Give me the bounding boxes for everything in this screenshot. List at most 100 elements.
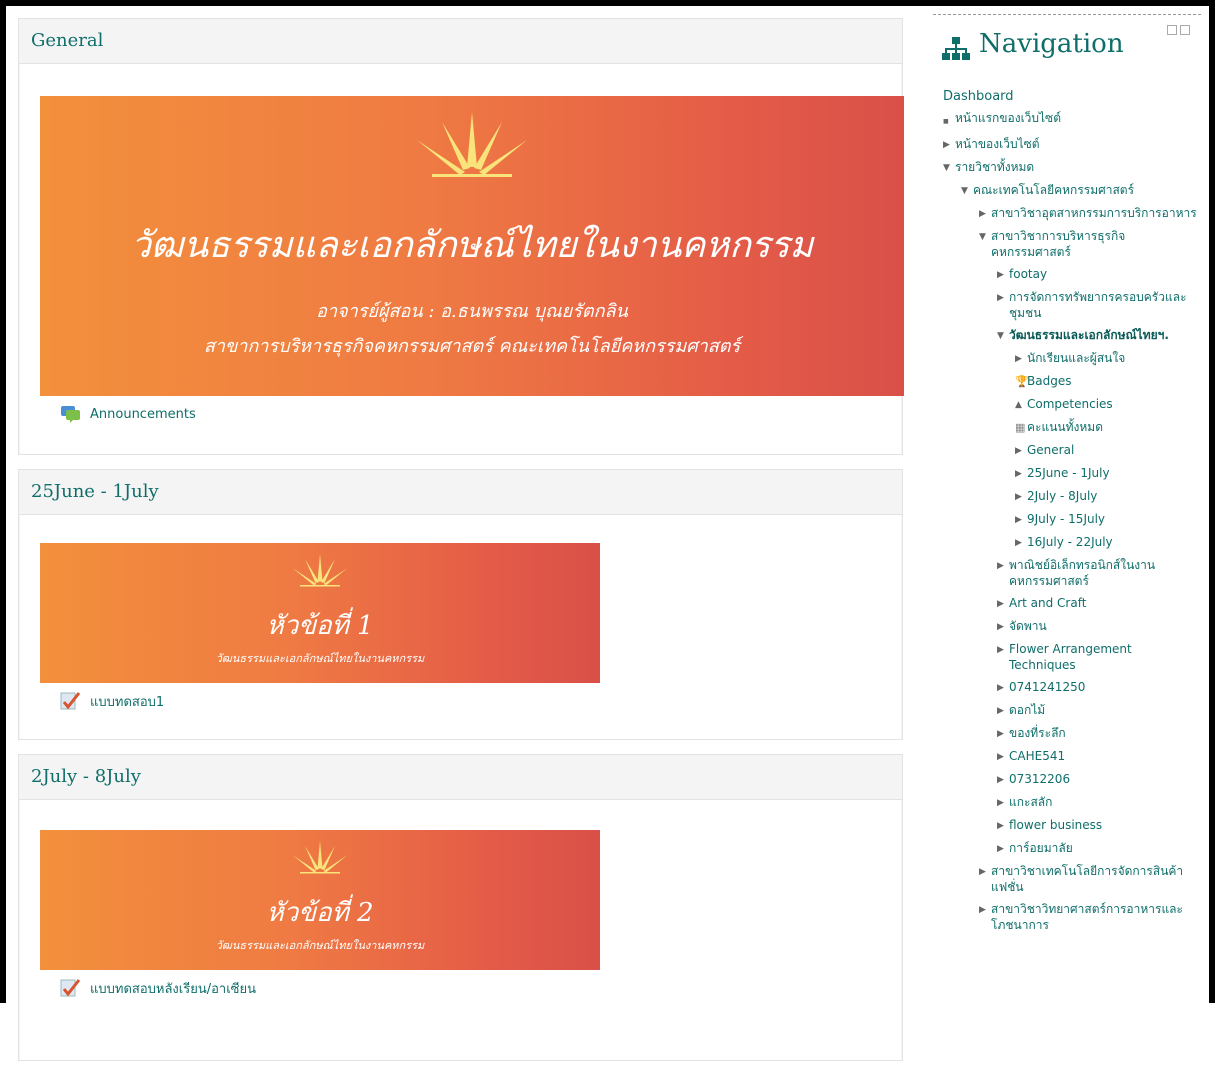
nav-item-label[interactable]: รายวิชาทั้งหมด [955,159,1201,175]
nav-item-label[interactable]: General [1027,442,1201,458]
collapse-arrow-icon[interactable]: ▼ [943,159,955,176]
nav-item[interactable]: ▶ CAHE541 [933,745,1201,768]
expand-arrow-icon[interactable]: ▶ [1015,465,1027,482]
nav-item-label[interactable]: การจัดการทรัพยากรครอบครัวและชุมชน [1009,289,1201,321]
expand-arrow-icon[interactable]: ▶ [997,725,1009,742]
collapse-arrow-icon[interactable]: ▼ [979,228,991,245]
collapse-block-icon[interactable] [1167,25,1177,35]
nav-item[interactable]: ▶ flower business [933,814,1201,837]
nav-item-label[interactable]: สาขาวิชาการบริหารธุรกิจคหกรรมศาสตร์ [991,228,1201,260]
nav-item[interactable]: ▶ Flower Arrangement Techniques [933,638,1201,676]
expand-arrow-icon[interactable]: ▶ [997,266,1009,283]
nav-item[interactable]: ▼ สาขาวิชาการบริหารธุรกิจคหกรรมศาสตร์ [933,225,1201,263]
expand-arrow-icon[interactable]: ▶ [1015,534,1027,551]
nav-item-label[interactable]: วัฒนธรรมและเอกลักษณ์ไทยฯ. [1009,327,1201,343]
section-title[interactable]: General [19,19,902,64]
expand-arrow-icon[interactable]: ▶ [1015,511,1027,528]
nav-item-label[interactable]: คะแนนทั้งหมด [1027,419,1201,435]
activity-label[interactable]: แบบทดสอบหลังเรียน/อาเซียน [90,978,256,999]
nav-item[interactable]: ▶ นักเรียนและผู้สนใจ [933,347,1201,370]
nav-item-label[interactable]: 0741241250 [1009,679,1201,695]
nav-item[interactable]: ▶ การ์อยมาลัย [933,837,1201,860]
nav-item-label[interactable]: แกะสลัก [1009,794,1201,810]
expand-arrow-icon[interactable]: ▶ [979,863,991,880]
nav-item-label[interactable]: จัดพาน [1009,618,1201,634]
expand-arrow-icon[interactable]: ▶ [997,618,1009,635]
expand-arrow-icon[interactable]: ▶ [997,794,1009,811]
dock-block-icon[interactable] [1180,25,1190,35]
nav-item[interactable]: ■ หน้าแรกของเว็บไซต์ [933,107,1201,133]
nav-item-label[interactable]: 25June - 1July [1027,465,1201,481]
expand-arrow-icon[interactable]: ▶ [979,205,991,222]
nav-item-label[interactable]: นักเรียนและผู้สนใจ [1027,350,1201,366]
section-title[interactable]: 25June - 1July [19,470,902,515]
expand-arrow-icon[interactable]: ▶ [1015,350,1027,367]
expand-arrow-icon[interactable]: ▶ [997,702,1009,719]
nav-item[interactable]: ▶ สาขาวิชาเทคโนโลยีการจัดการสินค้าแฟชั่น [933,860,1201,898]
nav-item-label[interactable]: พาณิชย์อิเล็กทรอนิกส์ในงานคหกรรมศาสตร์ [1009,557,1201,589]
nav-item-label[interactable]: สาขาวิชาวิทยาศาสตร์การอาหารและโภชนาการ [991,901,1201,933]
nav-item-label[interactable]: Competencies [1027,396,1201,412]
expand-arrow-icon[interactable]: ▶ [1015,442,1027,459]
expand-arrow-icon[interactable]: ▶ [997,557,1009,574]
nav-item[interactable]: ▶ footay [933,263,1201,286]
expand-arrow-icon[interactable]: ▶ [1015,488,1027,505]
nav-item-label[interactable]: CAHE541 [1009,748,1201,764]
nav-item[interactable]: ▶ Art and Craft [933,592,1201,615]
activity-announcements[interactable]: Announcements [40,396,901,432]
nav-item[interactable]: ▶ ดอกไม้ [933,699,1201,722]
activity-label[interactable]: แบบทดสอบ1 [90,691,164,712]
nav-item-label[interactable]: ดอกไม้ [1009,702,1201,718]
nav-item-label[interactable]: Flower Arrangement Techniques [1009,641,1201,673]
nav-item[interactable]: ▶ 25June - 1July [933,462,1201,485]
nav-item[interactable]: ▶ หน้าของเว็บไซต์ [933,133,1201,156]
nav-item[interactable]: ▶ 07312206 [933,768,1201,791]
nav-item[interactable]: ▲ Competencies [933,393,1201,416]
nav-item[interactable]: ▶ จัดพาน [933,615,1201,638]
expand-arrow-icon[interactable]: ▶ [997,748,1009,765]
nav-item-label[interactable]: flower business [1009,817,1201,833]
expand-arrow-icon[interactable]: ▶ [997,289,1009,306]
nav-item-label[interactable]: Art and Craft [1009,595,1201,611]
nav-item-label[interactable]: สาขาวิชาเทคโนโลยีการจัดการสินค้าแฟชั่น [991,863,1201,895]
nav-item[interactable]: ▶ แกะสลัก [933,791,1201,814]
expand-arrow-icon[interactable]: ▶ [997,817,1009,834]
nav-item[interactable]: ▶ 9July - 15July [933,508,1201,531]
nav-item-label[interactable]: Badges [1027,373,1201,389]
nav-item[interactable]: ▶ พาณิชย์อิเล็กทรอนิกส์ในงานคหกรรมศาสตร์ [933,554,1201,592]
expand-arrow-icon[interactable]: ▶ [997,679,1009,696]
nav-item-label[interactable]: 07312206 [1009,771,1201,787]
nav-item[interactable]: ▶ 2July - 8July [933,485,1201,508]
nav-item[interactable]: ▼ รายวิชาทั้งหมด [933,156,1201,179]
nav-item-label[interactable]: 2July - 8July [1027,488,1201,504]
expand-arrow-icon[interactable]: ▶ [997,840,1009,857]
activity-quiz[interactable]: แบบทดสอบ1 [40,683,901,719]
nav-item[interactable]: ▼ วัฒนธรรมและเอกลักษณ์ไทยฯ. [933,324,1201,347]
nav-item[interactable]: ▶ 16July - 22July [933,531,1201,554]
nav-item-label[interactable]: footay [1009,266,1201,282]
collapse-arrow-icon[interactable]: ▼ [997,327,1009,344]
activity-quiz[interactable]: แบบทดสอบหลังเรียน/อาเซียน [40,970,901,1006]
nav-item-label[interactable]: การ์อยมาลัย [1009,840,1201,856]
activity-label[interactable]: Announcements [90,407,196,422]
nav-item[interactable]: ▶ 0741241250 [933,676,1201,699]
nav-item[interactable]: ▼ คณะเทคโนโลยีคหกรรมศาสตร์ [933,179,1201,202]
nav-item[interactable]: 🏆 Badges [933,370,1201,393]
expand-arrow-icon[interactable]: ▶ [943,136,955,153]
nav-item[interactable]: ▦ คะแนนทั้งหมด [933,416,1201,439]
expand-arrow-icon[interactable]: ▶ [997,771,1009,788]
nav-item-label[interactable]: 9July - 15July [1027,511,1201,527]
nav-item-label[interactable]: คณะเทคโนโลยีคหกรรมศาสตร์ [973,182,1201,198]
nav-item-label[interactable]: หน้าแรกของเว็บไซต์ [955,110,1201,126]
nav-item[interactable]: ▶ การจัดการทรัพยากรครอบครัวและชุมชน [933,286,1201,324]
expand-arrow-icon[interactable]: ▶ [997,641,1009,658]
collapse-arrow-icon[interactable]: ▼ [961,182,973,199]
nav-item[interactable]: ▶ สาขาวิชาวิทยาศาสตร์การอาหารและโภชนาการ [933,898,1201,936]
nav-item[interactable]: ▶ General [933,439,1201,462]
section-title[interactable]: 2July - 8July [19,755,902,800]
expand-arrow-icon[interactable]: ▶ [997,595,1009,612]
nav-item[interactable]: ▶ ของที่ระลึก [933,722,1201,745]
nav-dashboard-link[interactable]: Dashboard [933,77,1201,107]
nav-item-label[interactable]: สาขาวิชาอุตสาหกรรมการบริการอาหาร [991,205,1201,221]
nav-item[interactable]: ▶ สาขาวิชาอุตสาหกรรมการบริการอาหาร [933,202,1201,225]
